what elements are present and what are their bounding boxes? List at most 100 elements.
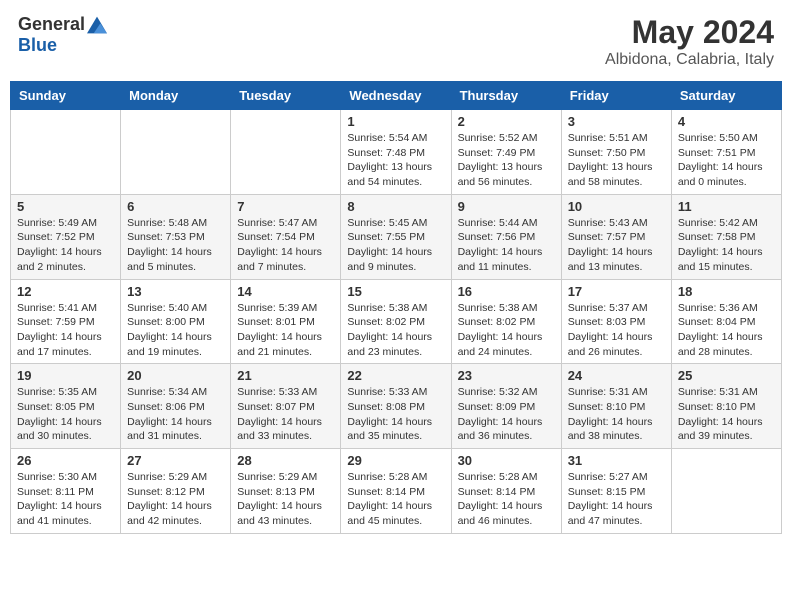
calendar-day-10: 10 Sunrise: 5:43 AM Sunset: 7:57 PM Dayli…: [561, 194, 671, 279]
weekday-header-friday: Friday: [561, 82, 671, 110]
empty-day: [121, 110, 231, 195]
day-number: 10: [568, 199, 665, 214]
day-number: 26: [17, 453, 114, 468]
day-info: Sunrise: 5:31 AM Sunset: 8:10 PM Dayligh…: [568, 385, 665, 444]
calendar-week-row: 5 Sunrise: 5:49 AM Sunset: 7:52 PM Daylig…: [11, 194, 782, 279]
day-info: Sunrise: 5:37 AM Sunset: 8:03 PM Dayligh…: [568, 301, 665, 360]
day-number: 21: [237, 368, 334, 383]
calendar-week-row: 26 Sunrise: 5:30 AM Sunset: 8:11 PM Dayli…: [11, 449, 782, 534]
day-info: Sunrise: 5:31 AM Sunset: 8:10 PM Dayligh…: [678, 385, 775, 444]
day-info: Sunrise: 5:29 AM Sunset: 8:13 PM Dayligh…: [237, 470, 334, 529]
calendar-day-3: 3 Sunrise: 5:51 AM Sunset: 7:50 PM Daylig…: [561, 110, 671, 195]
day-number: 16: [458, 284, 555, 299]
calendar-day-16: 16 Sunrise: 5:38 AM Sunset: 8:02 PM Dayli…: [451, 279, 561, 364]
day-info: Sunrise: 5:51 AM Sunset: 7:50 PM Dayligh…: [568, 131, 665, 190]
weekday-header-row: SundayMondayTuesdayWednesdayThursdayFrid…: [11, 82, 782, 110]
day-number: 7: [237, 199, 334, 214]
calendar-day-9: 9 Sunrise: 5:44 AM Sunset: 7:56 PM Daylig…: [451, 194, 561, 279]
month-title: May 2024: [605, 14, 774, 51]
calendar-week-row: 19 Sunrise: 5:35 AM Sunset: 8:05 PM Dayli…: [11, 364, 782, 449]
day-info: Sunrise: 5:34 AM Sunset: 8:06 PM Dayligh…: [127, 385, 224, 444]
day-info: Sunrise: 5:35 AM Sunset: 8:05 PM Dayligh…: [17, 385, 114, 444]
day-number: 13: [127, 284, 224, 299]
logo-icon: [87, 15, 107, 35]
calendar-day-1: 1 Sunrise: 5:54 AM Sunset: 7:48 PM Daylig…: [341, 110, 451, 195]
day-info: Sunrise: 5:38 AM Sunset: 8:02 PM Dayligh…: [458, 301, 555, 360]
day-number: 12: [17, 284, 114, 299]
calendar-table: SundayMondayTuesdayWednesdayThursdayFrid…: [10, 81, 782, 534]
calendar-week-row: 1 Sunrise: 5:54 AM Sunset: 7:48 PM Daylig…: [11, 110, 782, 195]
day-number: 27: [127, 453, 224, 468]
day-info: Sunrise: 5:48 AM Sunset: 7:53 PM Dayligh…: [127, 216, 224, 275]
day-info: Sunrise: 5:40 AM Sunset: 8:00 PM Dayligh…: [127, 301, 224, 360]
calendar-day-20: 20Sunrise: 5:34 AM Sunset: 8:06 PM Dayli…: [121, 364, 231, 449]
calendar-day-26: 26 Sunrise: 5:30 AM Sunset: 8:11 PM Dayli…: [11, 449, 121, 534]
day-number: 24: [568, 368, 665, 383]
title-section: May 2024 Albidona, Calabria, Italy: [605, 14, 774, 69]
calendar-day-17: 17 Sunrise: 5:37 AM Sunset: 8:03 PM Dayli…: [561, 279, 671, 364]
day-number: 5: [17, 199, 114, 214]
calendar-day-12: 12 Sunrise: 5:41 AM Sunset: 7:59 PM Dayli…: [11, 279, 121, 364]
day-number: 11: [678, 199, 775, 214]
weekday-header-saturday: Saturday: [671, 82, 781, 110]
calendar-day-31: 31 Sunrise: 5:27 AM Sunset: 8:15 PM Dayli…: [561, 449, 671, 534]
day-number: 19: [17, 368, 114, 383]
calendar-day-4: 4Sunrise: 5:50 AM Sunset: 7:51 PM Daylig…: [671, 110, 781, 195]
day-info: Sunrise: 5:43 AM Sunset: 7:57 PM Dayligh…: [568, 216, 665, 275]
day-info: Sunrise: 5:49 AM Sunset: 7:52 PM Dayligh…: [17, 216, 114, 275]
logo-general-text: General: [18, 14, 85, 35]
day-number: 14: [237, 284, 334, 299]
day-info: Sunrise: 5:39 AM Sunset: 8:01 PM Dayligh…: [237, 301, 334, 360]
calendar-day-19: 19 Sunrise: 5:35 AM Sunset: 8:05 PM Dayli…: [11, 364, 121, 449]
page-header: General Blue May 2024 Albidona, Calabria…: [10, 10, 782, 73]
day-number: 30: [458, 453, 555, 468]
calendar-day-22: 22 Sunrise: 5:33 AM Sunset: 8:08 PM Dayli…: [341, 364, 451, 449]
calendar-day-13: 13 Sunrise: 5:40 AM Sunset: 8:00 PM Dayli…: [121, 279, 231, 364]
day-number: 22: [347, 368, 444, 383]
calendar-day-15: 15 Sunrise: 5:38 AM Sunset: 8:02 PM Dayli…: [341, 279, 451, 364]
day-info: Sunrise: 5:33 AM Sunset: 8:08 PM Dayligh…: [347, 385, 444, 444]
day-info: Sunrise: 5:30 AM Sunset: 8:11 PM Dayligh…: [17, 470, 114, 529]
day-info: Sunrise: 5:42 AM Sunset: 7:58 PM Dayligh…: [678, 216, 775, 275]
calendar-day-11: 11 Sunrise: 5:42 AM Sunset: 7:58 PM Dayli…: [671, 194, 781, 279]
weekday-header-monday: Monday: [121, 82, 231, 110]
calendar-day-14: 14 Sunrise: 5:39 AM Sunset: 8:01 PM Dayli…: [231, 279, 341, 364]
calendar-day-5: 5 Sunrise: 5:49 AM Sunset: 7:52 PM Daylig…: [11, 194, 121, 279]
day-number: 2: [458, 114, 555, 129]
day-number: 3: [568, 114, 665, 129]
day-number: 28: [237, 453, 334, 468]
empty-day: [671, 449, 781, 534]
calendar-day-2: 2Sunrise: 5:52 AM Sunset: 7:49 PM Daylig…: [451, 110, 561, 195]
weekday-header-thursday: Thursday: [451, 82, 561, 110]
calendar-day-24: 24 Sunrise: 5:31 AM Sunset: 8:10 PM Dayli…: [561, 364, 671, 449]
weekday-header-tuesday: Tuesday: [231, 82, 341, 110]
logo: General Blue: [18, 14, 107, 56]
day-info: Sunrise: 5:32 AM Sunset: 8:09 PM Dayligh…: [458, 385, 555, 444]
calendar-day-18: 18 Sunrise: 5:36 AM Sunset: 8:04 PM Dayli…: [671, 279, 781, 364]
calendar-day-21: 21 Sunrise: 5:33 AM Sunset: 8:07 PM Dayli…: [231, 364, 341, 449]
day-info: Sunrise: 5:38 AM Sunset: 8:02 PM Dayligh…: [347, 301, 444, 360]
calendar-day-7: 7Sunrise: 5:47 AM Sunset: 7:54 PM Daylig…: [231, 194, 341, 279]
logo-blue-text: Blue: [18, 35, 57, 56]
calendar-week-row: 12 Sunrise: 5:41 AM Sunset: 7:59 PM Dayli…: [11, 279, 782, 364]
day-number: 1: [347, 114, 444, 129]
day-number: 18: [678, 284, 775, 299]
day-number: 17: [568, 284, 665, 299]
day-info: Sunrise: 5:33 AM Sunset: 8:07 PM Dayligh…: [237, 385, 334, 444]
calendar-day-30: 30Sunrise: 5:28 AM Sunset: 8:14 PM Dayli…: [451, 449, 561, 534]
day-info: Sunrise: 5:45 AM Sunset: 7:55 PM Dayligh…: [347, 216, 444, 275]
day-info: Sunrise: 5:36 AM Sunset: 8:04 PM Dayligh…: [678, 301, 775, 360]
day-number: 6: [127, 199, 224, 214]
weekday-header-sunday: Sunday: [11, 82, 121, 110]
day-info: Sunrise: 5:27 AM Sunset: 8:15 PM Dayligh…: [568, 470, 665, 529]
day-number: 29: [347, 453, 444, 468]
calendar-day-27: 27 Sunrise: 5:29 AM Sunset: 8:12 PM Dayli…: [121, 449, 231, 534]
calendar-day-25: 25Sunrise: 5:31 AM Sunset: 8:10 PM Dayli…: [671, 364, 781, 449]
day-info: Sunrise: 5:54 AM Sunset: 7:48 PM Dayligh…: [347, 131, 444, 190]
day-number: 9: [458, 199, 555, 214]
day-info: Sunrise: 5:44 AM Sunset: 7:56 PM Dayligh…: [458, 216, 555, 275]
day-number: 15: [347, 284, 444, 299]
day-info: Sunrise: 5:29 AM Sunset: 8:12 PM Dayligh…: [127, 470, 224, 529]
day-number: 31: [568, 453, 665, 468]
day-info: Sunrise: 5:41 AM Sunset: 7:59 PM Dayligh…: [17, 301, 114, 360]
